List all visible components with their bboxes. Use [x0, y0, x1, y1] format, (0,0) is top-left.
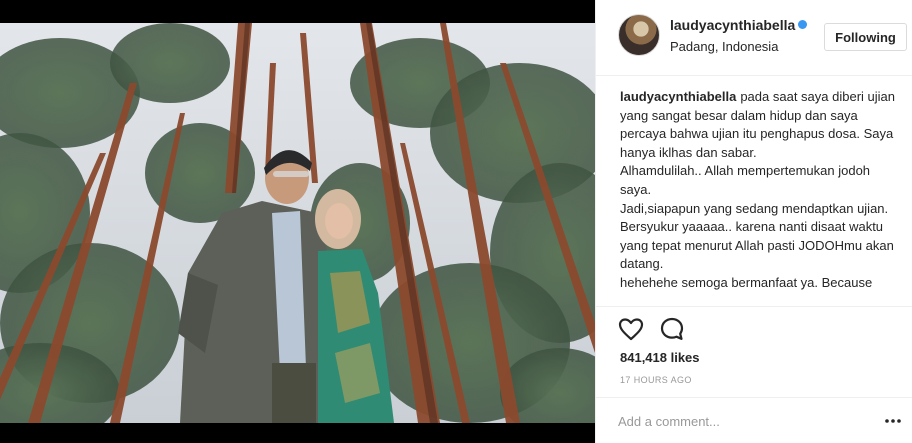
more-options-icon[interactable]	[884, 414, 902, 426]
caption-line: Alhamdulilah.. Allah mempertemukan jodoh…	[620, 163, 871, 197]
comment-bubble-icon[interactable]	[658, 315, 686, 343]
post-side-panel: laudyacynthiabella Padang, Indonesia Fol…	[595, 0, 912, 443]
caption-line: Bersyukur yaaaaa.. karena nanti disaat w…	[620, 219, 894, 272]
post-caption: laudyacynthiabella pada saat saya diberi …	[620, 88, 902, 302]
post-photo[interactable]	[0, 23, 595, 423]
avatar[interactable]	[618, 14, 660, 56]
post-media	[0, 0, 595, 443]
comment-bar	[596, 397, 912, 443]
post-timestamp[interactable]: 17 HOURS AGO	[620, 375, 692, 385]
media-bottom-bar	[0, 423, 595, 443]
location-link[interactable]: Padang, Indonesia	[670, 39, 778, 54]
caption-line: laudyacynthiabella pada saat saya diberi …	[620, 88, 902, 162]
instagram-post: laudyacynthiabella Padang, Indonesia Fol…	[0, 0, 912, 443]
caption-author-link[interactable]: laudyacynthiabella	[620, 89, 736, 104]
username-text[interactable]: laudyacynthiabella	[670, 17, 795, 33]
comment-input[interactable]	[618, 410, 858, 432]
verified-badge-icon	[798, 20, 808, 29]
media-top-bar	[0, 0, 595, 23]
heart-icon[interactable]	[617, 315, 645, 343]
likes-count[interactable]: 841,418 likes	[620, 350, 700, 365]
following-button[interactable]: Following	[824, 23, 907, 51]
username-link[interactable]: laudyacynthiabella	[670, 17, 808, 33]
post-header: laudyacynthiabella Padang, Indonesia Fol…	[596, 0, 912, 76]
caption-line: hehehehe semoga bermanfaat ya. Because	[620, 274, 873, 290]
caption-line: Jadi,siapapun yang sedang mendaptkan uji…	[620, 200, 889, 216]
